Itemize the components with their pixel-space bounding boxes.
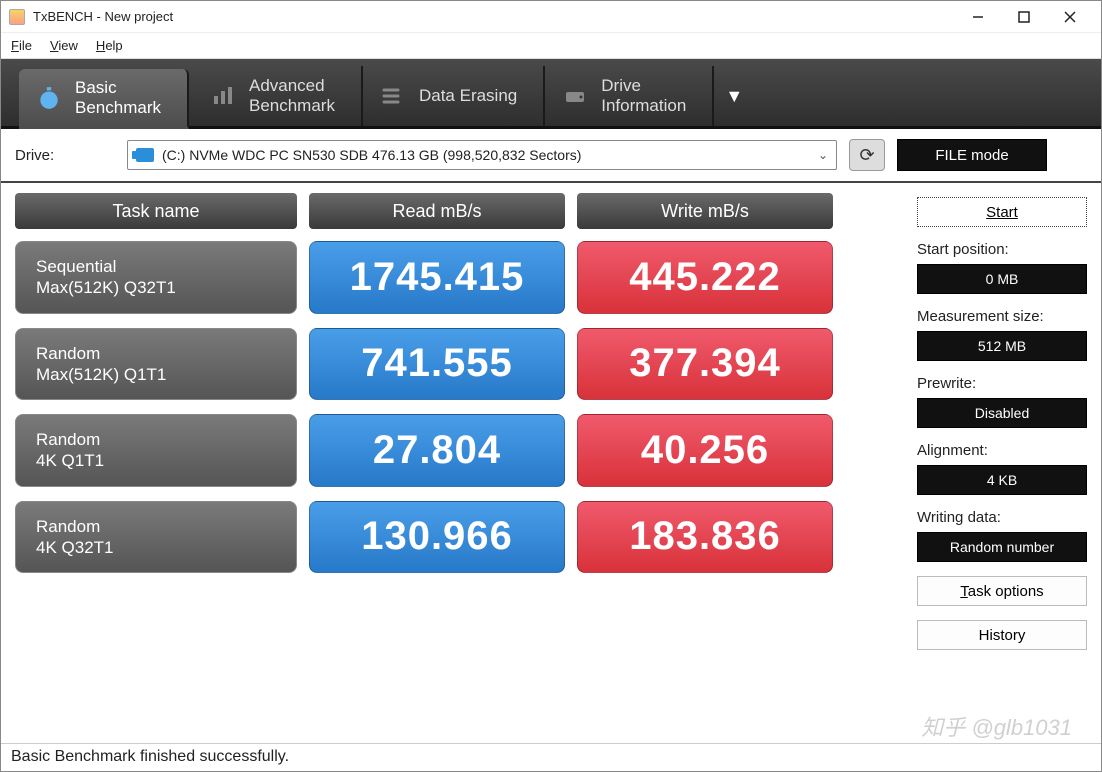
read-value[interactable]: 1745.415: [309, 241, 565, 314]
write-value[interactable]: 183.836: [577, 501, 833, 574]
read-value[interactable]: 27.804: [309, 414, 565, 487]
msize-label: Measurement size:: [917, 308, 1087, 325]
read-value[interactable]: 130.966: [309, 501, 565, 574]
wdata-value[interactable]: Random number: [917, 532, 1087, 562]
header-write: Write mB/s: [577, 193, 833, 229]
task-cell[interactable]: Random4K Q1T1: [15, 414, 297, 487]
tab-label: Basic Benchmark: [75, 78, 161, 118]
align-label: Alignment:: [917, 442, 1087, 459]
maximize-button[interactable]: [1001, 1, 1047, 33]
tab-drive-information[interactable]: Drive Information: [545, 66, 714, 126]
tab-label: Drive Information: [601, 76, 686, 116]
menu-view[interactable]: View: [50, 38, 78, 53]
titlebar: TxBENCH - New project: [1, 1, 1101, 33]
startpos-value[interactable]: 0 MB: [917, 264, 1087, 294]
header-task: Task name: [15, 193, 297, 229]
wdata-label: Writing data:: [917, 509, 1087, 526]
task-cell[interactable]: RandomMax(512K) Q1T1: [15, 328, 297, 401]
benchmark-row: Random4K Q32T1130.966183.836: [15, 501, 901, 574]
benchmark-row: SequentialMax(512K) Q32T11745.415445.222: [15, 241, 901, 314]
task-cell[interactable]: Random4K Q32T1: [15, 501, 297, 574]
benchmark-table: Task name Read mB/s Write mB/s Sequentia…: [15, 193, 901, 743]
main-area: Task name Read mB/s Write mB/s Sequentia…: [1, 183, 1101, 743]
read-value[interactable]: 741.555: [309, 328, 565, 401]
drive-select[interactable]: (C:) NVMe WDC PC SN530 SDB 476.13 GB (99…: [127, 140, 837, 170]
stopwatch-icon: [35, 84, 63, 112]
write-value[interactable]: 40.256: [577, 414, 833, 487]
drive-value: (C:) NVMe WDC PC SN530 SDB 476.13 GB (99…: [162, 147, 581, 163]
drive-label: Drive:: [15, 147, 115, 164]
chevron-down-icon: ⌄: [818, 148, 828, 162]
msize-value[interactable]: 512 MB: [917, 331, 1087, 361]
prewrite-label: Prewrite:: [917, 375, 1087, 392]
tab-data-erasing[interactable]: Data Erasing: [363, 66, 545, 126]
tab-overflow-button[interactable]: ▼: [714, 66, 754, 126]
benchmark-row: RandomMax(512K) Q1T1741.555377.394: [15, 328, 901, 401]
task-cell[interactable]: SequentialMax(512K) Q32T1: [15, 241, 297, 314]
erase-icon: [379, 82, 407, 110]
task-options-button[interactable]: Task options: [917, 576, 1087, 606]
align-value[interactable]: 4 KB: [917, 465, 1087, 495]
barchart-icon: [209, 82, 237, 110]
side-panel: Start Start position: 0 MB Measurement s…: [917, 193, 1087, 743]
status-bar: Basic Benchmark finished successfully.: [1, 743, 1101, 771]
tab-basic-benchmark[interactable]: Basic Benchmark: [19, 69, 189, 129]
tab-advanced-benchmark[interactable]: Advanced Benchmark: [193, 66, 363, 126]
benchmark-row: Random4K Q1T127.80440.256: [15, 414, 901, 487]
refresh-button[interactable]: ⟳: [849, 139, 885, 171]
menu-help[interactable]: Help: [96, 38, 123, 53]
prewrite-value[interactable]: Disabled: [917, 398, 1087, 428]
menu-file[interactable]: File: [11, 38, 32, 53]
header-read: Read mB/s: [309, 193, 565, 229]
history-button[interactable]: History: [917, 620, 1087, 650]
drive-icon: [136, 148, 154, 162]
tab-label: Data Erasing: [419, 86, 517, 106]
start-button[interactable]: Start: [917, 197, 1087, 227]
app-icon: [9, 9, 25, 25]
tab-label: Advanced Benchmark: [249, 76, 335, 116]
file-mode-button[interactable]: FILE mode: [897, 139, 1047, 171]
window-title: TxBENCH - New project: [33, 9, 955, 24]
drive-icon: [561, 82, 589, 110]
minimize-button[interactable]: [955, 1, 1001, 33]
menubar: File View Help: [1, 33, 1101, 59]
close-button[interactable]: [1047, 1, 1093, 33]
tabstrip: Basic Benchmark Advanced Benchmark Data …: [1, 59, 1101, 129]
write-value[interactable]: 377.394: [577, 328, 833, 401]
startpos-label: Start position:: [917, 241, 1087, 258]
drive-toolbar: Drive: (C:) NVMe WDC PC SN530 SDB 476.13…: [1, 129, 1101, 183]
write-value[interactable]: 445.222: [577, 241, 833, 314]
